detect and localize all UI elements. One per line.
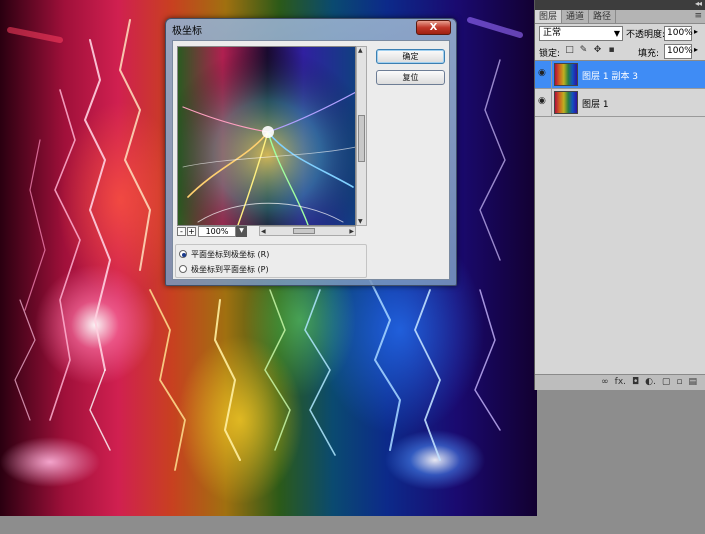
group-icon[interactable]: ▢ [662,375,671,390]
scroll-right-icon[interactable]: ▶ [349,228,354,235]
scroll-up-icon[interactable]: ▲ [358,47,363,54]
collapse-icon[interactable]: ◂◂ [695,0,702,8]
opacity-input[interactable]: 100% [664,26,693,41]
opacity-slider-arrow-icon[interactable]: ▸ [694,27,698,36]
tab-channels[interactable]: 通道 [562,10,590,23]
layer-list: ◉ 图层 1 副本 3 ◉ 图层 1 [535,60,705,374]
zoom-in-button[interactable]: + [187,227,196,236]
blend-row: 正常 ▼ 不透明度: 100% ▸ [537,26,704,42]
panel-menu-icon[interactable]: ≡ [694,11,702,21]
layer-name: 图层 1 副本 3 [582,72,639,82]
lock-pixels-icon[interactable]: ✎ [579,46,588,55]
option-label: 极坐标到平面坐标 (P) [191,265,269,274]
lock-row: 锁定: □ ✎ ✥ ▪ 填充: 100% ▸ [537,44,704,60]
reset-button[interactable]: 复位 [376,70,445,85]
scroll-down-icon[interactable]: ▼ [358,218,363,225]
layer-thumbnail [554,91,578,114]
chevron-down-icon[interactable]: ▼ [236,226,247,237]
polar-coordinates-dialog: 极坐标 X ▲ ▼ - + 100% ▼ ◀ ▶ 平面坐标到极坐标 (R) 极坐… [165,18,457,286]
radio-icon[interactable] [179,265,187,273]
chevron-down-icon: ▼ [613,29,620,38]
mask-icon[interactable]: ◘ [632,375,639,390]
dialog-title: 极坐标 [172,26,202,37]
preview-image [178,47,355,225]
eye-icon: ◉ [538,96,546,106]
layer-name: 图层 1 [582,100,609,110]
visibility-toggle[interactable]: ◉ [535,61,552,89]
fx-icon[interactable]: fx. [615,375,626,390]
layer-row[interactable]: ◉ 图层 1 [535,89,705,117]
zoom-out-button[interactable]: - [177,227,186,236]
lock-all-icon[interactable]: ▪ [607,46,616,55]
link-icon[interactable]: ∞ [601,375,609,390]
pasteboard-right [537,390,705,534]
scroll-left-icon[interactable]: ◀ [261,228,266,235]
dialog-body: ▲ ▼ - + 100% ▼ ◀ ▶ 平面坐标到极坐标 (R) 极坐标到平面坐标… [172,40,450,280]
layer-row[interactable]: ◉ 图层 1 副本 3 [535,61,705,89]
eye-icon: ◉ [538,68,546,78]
radio-selected-icon[interactable] [179,250,187,258]
fill-input[interactable]: 100% [664,44,693,59]
lock-label: 锁定: [539,49,561,59]
visibility-toggle[interactable]: ◉ [535,89,552,117]
scroll-thumb[interactable] [293,228,315,234]
conversion-options: 平面坐标到极坐标 (R) 极坐标到平面坐标 (P) [175,244,367,278]
opacity-label: 不透明度: [626,30,666,40]
lock-transparency-icon[interactable]: □ [565,46,574,55]
filter-preview[interactable] [177,46,356,226]
new-layer-icon[interactable]: ▫ [676,375,682,390]
fill-label: 填充: [638,49,660,59]
tab-paths[interactable]: 路径 [589,10,617,23]
layer-thumbnail [554,63,578,86]
blend-mode-value: 正常 [543,28,562,38]
preview-vertical-scrollbar[interactable]: ▲ ▼ [356,46,367,226]
adjustment-icon[interactable]: ◐. [645,375,656,390]
ok-button[interactable]: 确定 [376,49,445,64]
option-label: 平面坐标到极坐标 (R) [191,250,270,259]
panel-footer: ∞ fx. ◘ ◐. ▢ ▫ ▤ [535,374,705,390]
panel-tabs: 图层 通道 路径 ≡ [535,10,705,24]
scroll-thumb[interactable] [358,115,365,162]
blend-mode-select[interactable]: 正常 ▼ [539,26,623,41]
panel-title-bar: ◂◂ [535,0,705,10]
tab-layers[interactable]: 图层 [535,10,563,23]
preview-horizontal-scrollbar[interactable]: ◀ ▶ [259,226,356,236]
fill-slider-arrow-icon[interactable]: ▸ [694,45,698,54]
layers-panel: ◂◂ 图层 通道 路径 ≡ 正常 ▼ 不透明度: 100% ▸ 锁定: □ ✎ … [534,0,705,390]
pasteboard-bottom [0,516,537,534]
close-button[interactable]: X [416,20,451,35]
lock-position-icon[interactable]: ✥ [593,46,602,55]
zoom-level[interactable]: 100% [198,226,236,237]
trash-icon[interactable]: ▤ [688,375,697,390]
